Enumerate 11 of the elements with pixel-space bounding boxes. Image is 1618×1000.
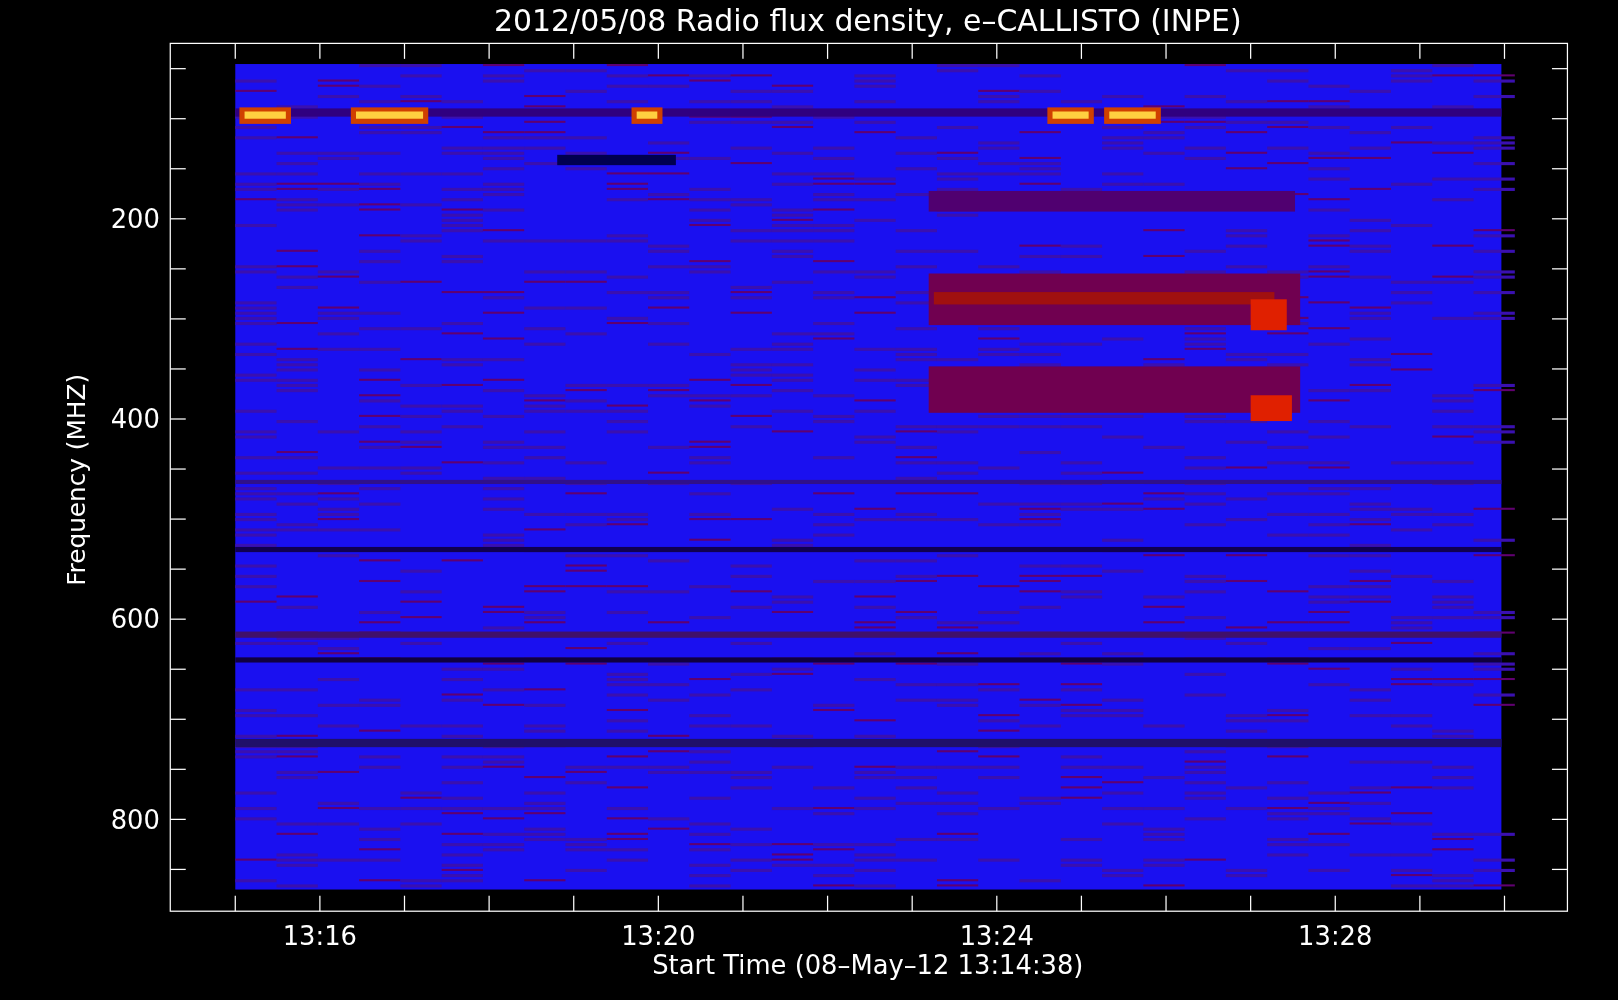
y-tick-label: 800 <box>110 804 160 835</box>
y-tick-label: 600 <box>110 604 160 635</box>
x-axis-label: Start Time (08–May–12 13:14:38) <box>652 950 1084 981</box>
y-axis-label: Frequency (MHZ) <box>61 373 91 586</box>
y-tick-label: 200 <box>110 204 160 235</box>
x-tick-label: 13:28 <box>1298 921 1373 952</box>
y-tick-label: 400 <box>110 404 160 435</box>
x-tick-label: 13:24 <box>959 921 1034 952</box>
x-tick-label: 13:16 <box>282 921 358 952</box>
plot-title: 2012/05/08 Radio flux density, e–CALLISTO (INPE) <box>494 3 1242 38</box>
x-tick-label: 13:20 <box>621 921 696 952</box>
